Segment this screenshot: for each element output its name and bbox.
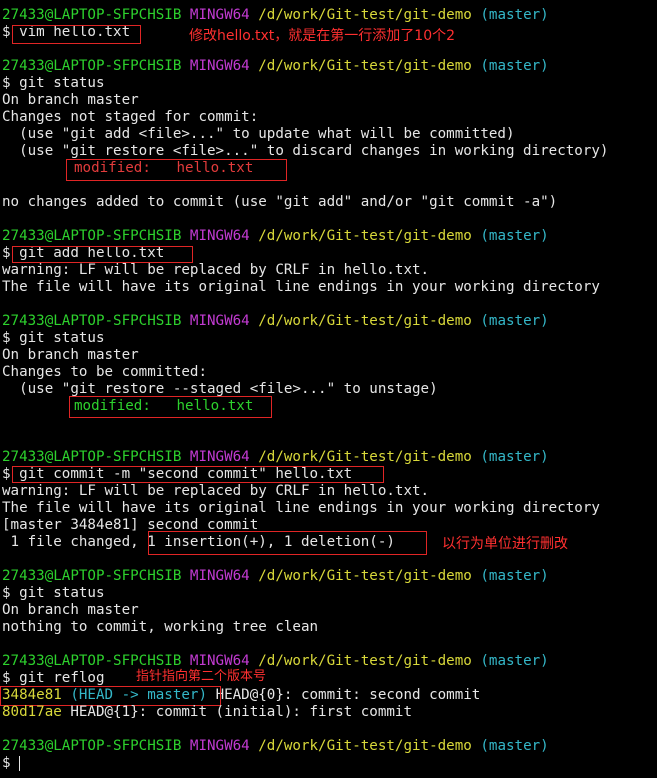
highlight-box: [148, 531, 427, 555]
output-line: The file will have its original line end…: [2, 500, 600, 516]
user-host: 27433@LAPTOP-SFPCHSIB: [2, 653, 182, 669]
prompt-symbol: $: [2, 330, 11, 346]
prompt-symbol: $: [2, 245, 11, 261]
prompt-symbol: $: [2, 24, 11, 40]
command-text: git status: [19, 585, 105, 601]
changed-summary: 1 file changed,: [2, 534, 139, 550]
input-line[interactable]: $: [2, 755, 21, 772]
branch-name: (master): [480, 738, 549, 754]
prompt-symbol: $: [2, 755, 11, 771]
output-line: On branch master: [2, 347, 139, 363]
branch-name: (master): [480, 313, 549, 329]
terminal-window[interactable]: 27433@LAPTOP-SFPCHSIB MINGW64 /d/work/Gi…: [0, 0, 657, 778]
prompt-symbol: $: [2, 466, 11, 482]
highlight-box: [66, 159, 287, 181]
prompt-line: 27433@LAPTOP-SFPCHSIB MINGW64 /d/work/Gi…: [2, 738, 549, 755]
output-line: The file will have its original line end…: [2, 279, 600, 295]
shell-name: MINGW64: [189, 7, 250, 23]
output-line: no changes added to commit (use "git add…: [2, 194, 558, 210]
working-path: /d/work/Git-test/git-demo: [258, 7, 472, 23]
annotation-text: 以行为单位进行删改: [442, 536, 568, 552]
working-path: /d/work/Git-test/git-demo: [258, 58, 472, 74]
user-host: 27433@LAPTOP-SFPCHSIB: [2, 7, 182, 23]
output-line: Changes to be committed:: [2, 364, 207, 380]
output-line: On branch master: [2, 602, 139, 618]
highlight-box: [0, 686, 221, 706]
highlight-box: [12, 246, 193, 263]
reflog-text: HEAD@{1}: commit (initial): first commit: [70, 704, 413, 720]
shell-name: MINGW64: [189, 653, 250, 669]
prompt-line: 27433@LAPTOP-SFPCHSIB MINGW64 /d/work/Gi…: [2, 228, 549, 245]
reflog-entry: 80d17ae HEAD@{1}: commit (initial): firs…: [2, 704, 412, 721]
command-text: git reflog: [19, 670, 105, 686]
shell-name: MINGW64: [189, 738, 250, 754]
branch-name: (master): [480, 449, 549, 465]
output-line: nothing to commit, working tree clean: [2, 619, 319, 635]
command-line: $ git status: [2, 330, 105, 347]
shell-name: MINGW64: [189, 313, 250, 329]
command-text: git status: [19, 330, 105, 346]
output-line: (use "git restore <file>..." to discard …: [2, 143, 609, 159]
working-path: /d/work/Git-test/git-demo: [258, 449, 472, 465]
user-host: 27433@LAPTOP-SFPCHSIB: [2, 58, 182, 74]
prompt-line: 27433@LAPTOP-SFPCHSIB MINGW64 /d/work/Gi…: [2, 653, 549, 670]
prompt-symbol: $: [2, 670, 11, 686]
working-path: /d/work/Git-test/git-demo: [258, 228, 472, 244]
annotation-text: 指针指向第二个版本号: [136, 669, 267, 684]
annotation-text: 修改hello.txt，就是在第一行添加了10个2: [189, 28, 456, 44]
shell-name: MINGW64: [189, 58, 250, 74]
user-host: 27433@LAPTOP-SFPCHSIB: [2, 738, 182, 754]
shell-name: MINGW64: [189, 228, 250, 244]
prompt-line: 27433@LAPTOP-SFPCHSIB MINGW64 /d/work/Gi…: [2, 568, 549, 585]
prompt-line: 27433@LAPTOP-SFPCHSIB MINGW64 /d/work/Gi…: [2, 58, 549, 75]
prompt-symbol: $: [2, 75, 11, 91]
branch-name: (master): [480, 653, 549, 669]
working-path: /d/work/Git-test/git-demo: [258, 653, 472, 669]
command-line: $ git status: [2, 585, 105, 602]
prompt-line: 27433@LAPTOP-SFPCHSIB MINGW64 /d/work/Gi…: [2, 449, 549, 466]
command-text: git status: [19, 75, 105, 91]
working-path: /d/work/Git-test/git-demo: [258, 568, 472, 584]
working-path: /d/work/Git-test/git-demo: [258, 313, 472, 329]
branch-name: (master): [480, 228, 549, 244]
user-host: 27433@LAPTOP-SFPCHSIB: [2, 313, 182, 329]
output-line: On branch master: [2, 92, 139, 108]
output-line: Changes not staged for commit:: [2, 109, 259, 125]
working-path: /d/work/Git-test/git-demo: [258, 738, 472, 754]
shell-name: MINGW64: [189, 568, 250, 584]
shell-name: MINGW64: [189, 449, 250, 465]
user-host: 27433@LAPTOP-SFPCHSIB: [2, 449, 182, 465]
command-line: $ git reflog: [2, 670, 105, 687]
commit-hash: 80d17ae: [2, 704, 62, 720]
prompt-symbol: $: [2, 585, 11, 601]
output-line: (use "git add <file>..." to update what …: [2, 126, 515, 142]
highlight-box: [12, 25, 141, 44]
text-cursor: [19, 755, 21, 771]
output-line: warning: LF will be replaced by CRLF in …: [2, 483, 430, 499]
prompt-line: 27433@LAPTOP-SFPCHSIB MINGW64 /d/work/Gi…: [2, 313, 549, 330]
branch-name: (master): [480, 7, 549, 23]
reflog-text: HEAD@{0}: commit: second commit: [215, 687, 481, 703]
highlight-box: [12, 466, 384, 483]
prompt-line: 27433@LAPTOP-SFPCHSIB MINGW64 /d/work/Gi…: [2, 7, 549, 24]
output-line: warning: LF will be replaced by CRLF in …: [2, 262, 430, 278]
branch-name: (master): [480, 58, 549, 74]
highlight-box: [69, 396, 272, 418]
user-host: 27433@LAPTOP-SFPCHSIB: [2, 228, 182, 244]
user-host: 27433@LAPTOP-SFPCHSIB: [2, 568, 182, 584]
branch-name: (master): [480, 568, 549, 584]
command-line: $ git status: [2, 75, 105, 92]
